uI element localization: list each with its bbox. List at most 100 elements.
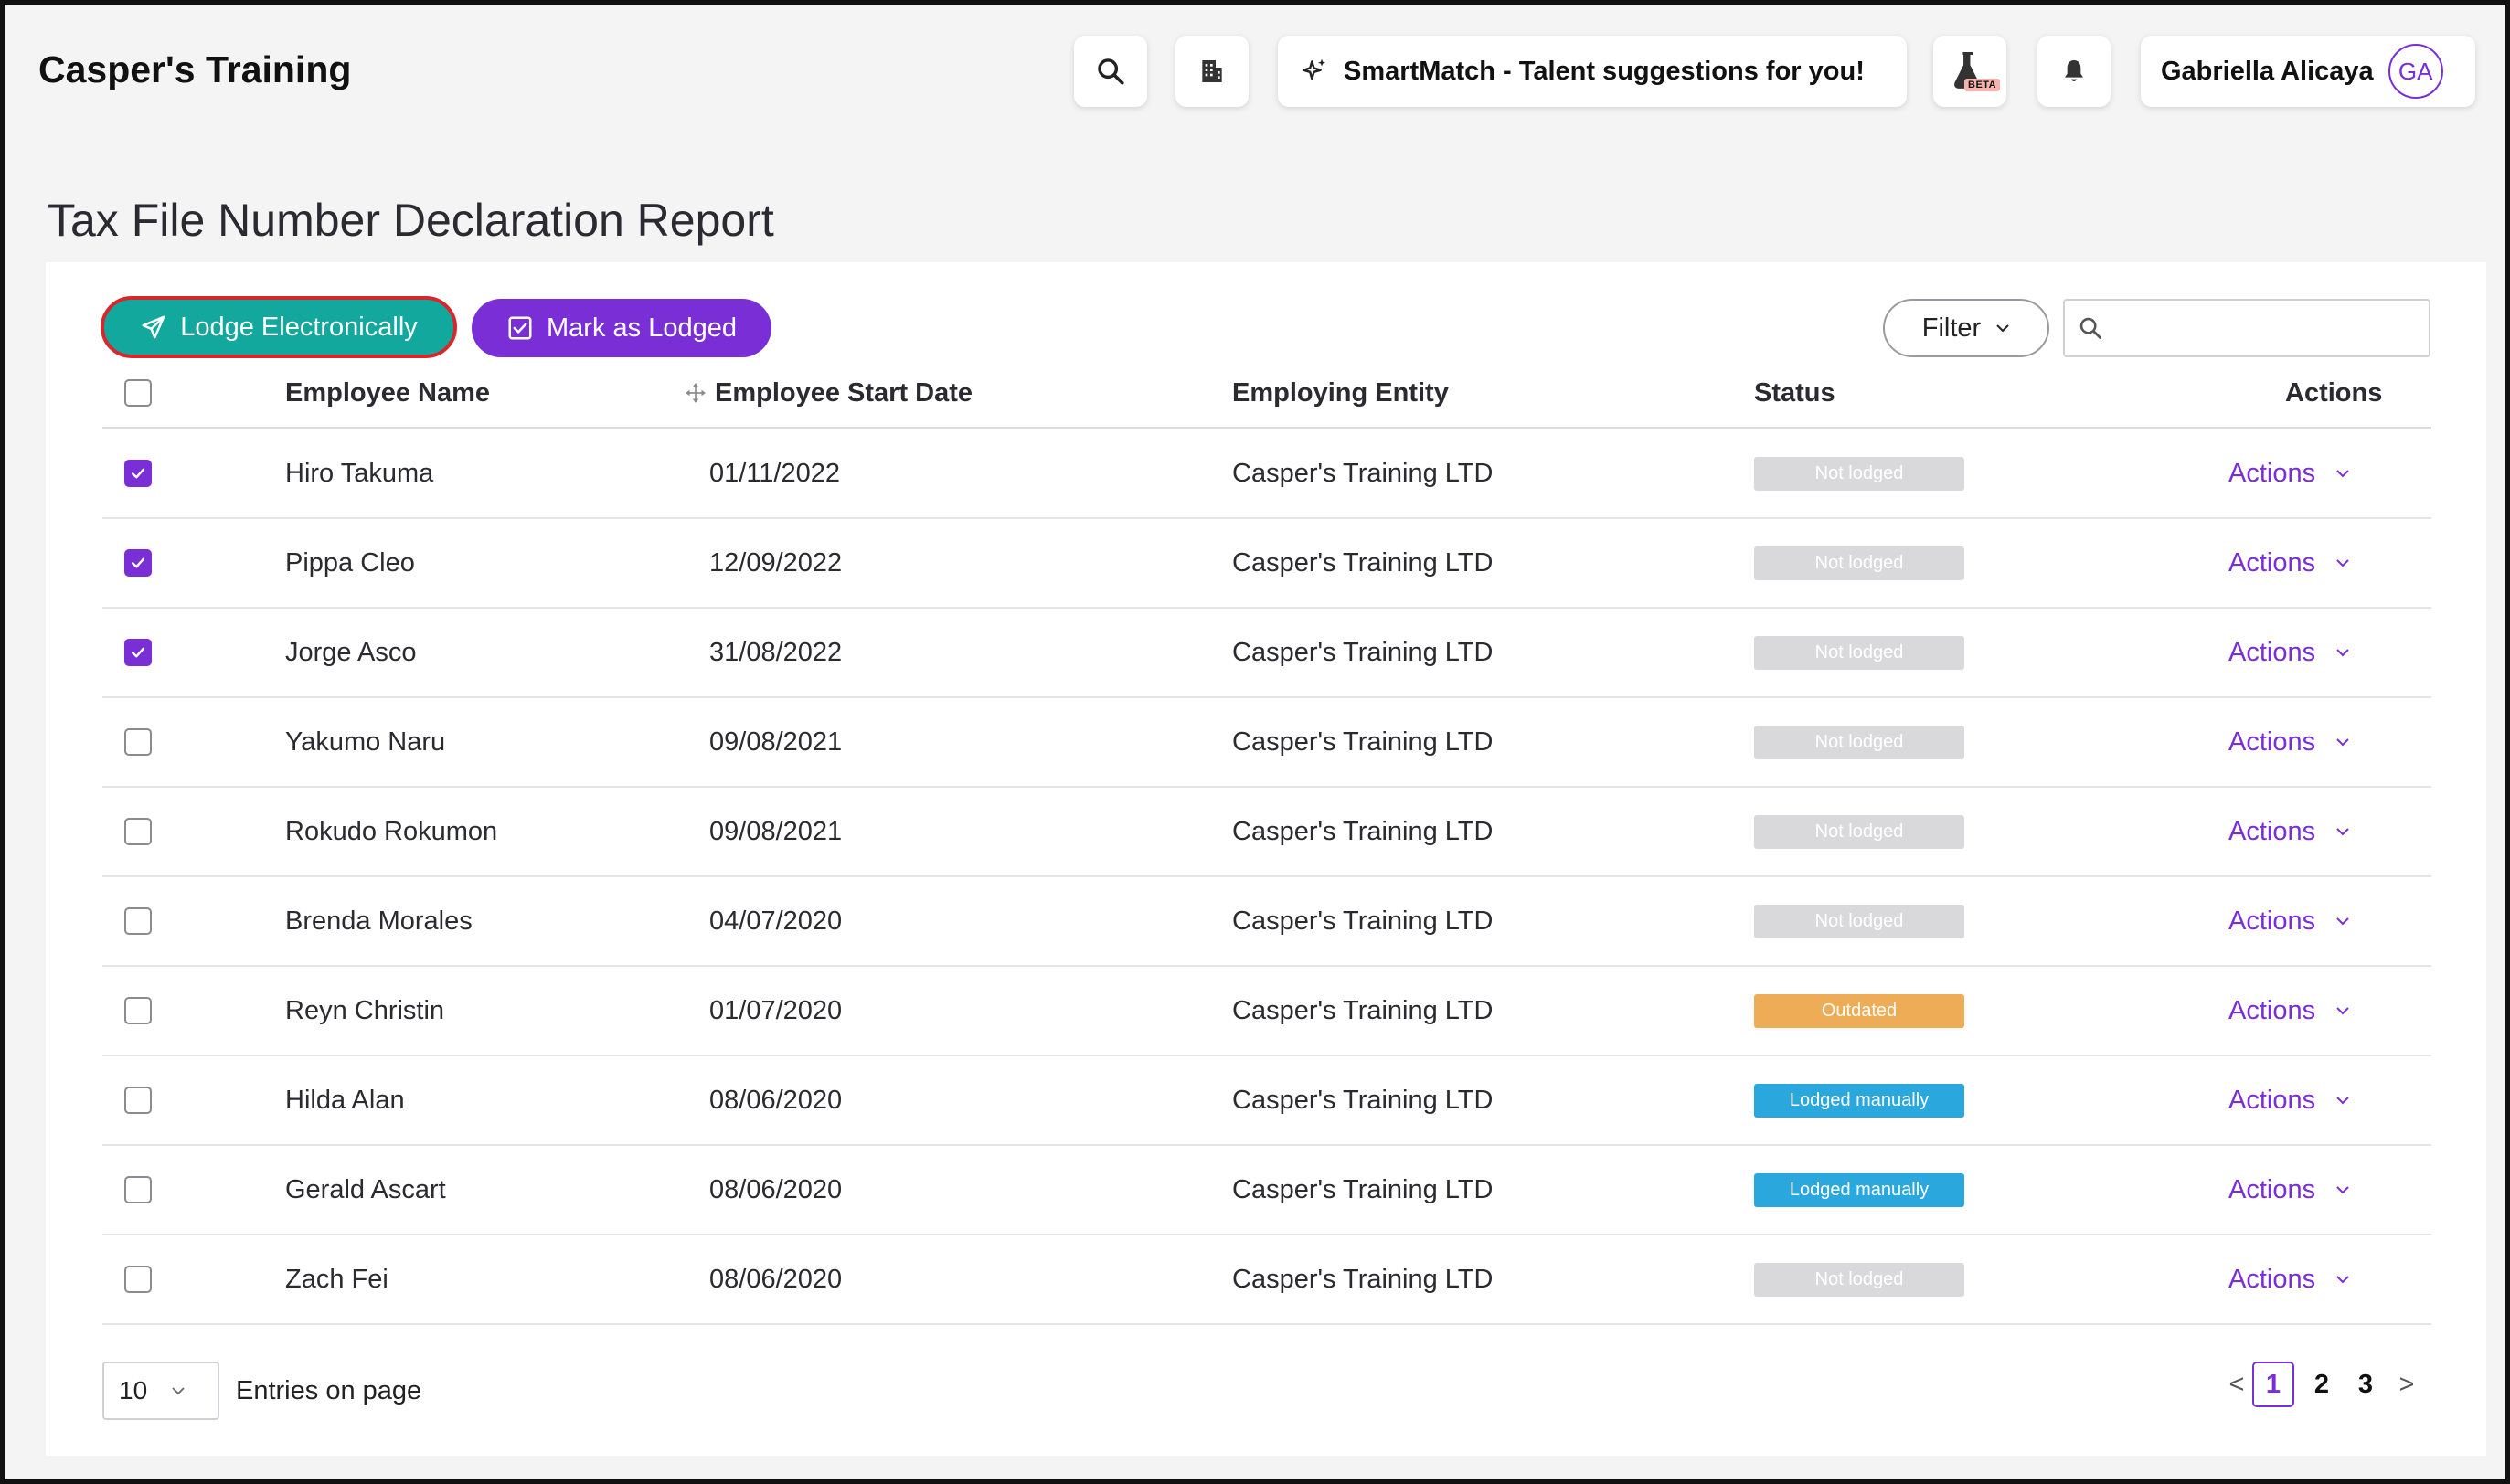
row-checkbox[interactable] [124, 728, 152, 756]
status-badge: Lodged manually [1754, 1083, 1964, 1118]
actions-label: Actions [2228, 547, 2316, 578]
entries-on-page-label: Entries on page [236, 1375, 422, 1405]
actions-dropdown[interactable]: Actions [2228, 1235, 2350, 1323]
row-checkbox[interactable] [124, 639, 152, 666]
actions-dropdown[interactable]: Actions [2228, 1146, 2350, 1234]
row-checkbox[interactable] [124, 818, 152, 845]
employee-name: Brenda Morales [285, 906, 473, 936]
employee-start-date: 01/11/2022 [709, 458, 840, 488]
status-badge: Outdated [1754, 993, 1964, 1028]
row-checkbox[interactable] [124, 1266, 152, 1293]
notifications-button[interactable] [2037, 36, 2111, 107]
pagination-page-2[interactable]: 2 [2305, 1359, 2338, 1410]
search-button[interactable] [1074, 36, 1147, 107]
actions-dropdown[interactable]: Actions [2228, 877, 2350, 965]
row-checkbox[interactable] [124, 549, 152, 577]
user-menu[interactable]: Gabriella Alicaya GA [2141, 36, 2475, 107]
building-icon [1202, 60, 1222, 82]
actions-dropdown[interactable]: Actions [2228, 519, 2350, 607]
row-checkbox[interactable] [124, 997, 152, 1024]
employee-name: Gerald Ascart [285, 1174, 446, 1204]
actions-dropdown[interactable]: Actions [2228, 429, 2350, 517]
bell-icon [2065, 60, 2083, 81]
table-row: Rokudo Rokumon 09/08/2021 Casper's Trainin… [102, 788, 2431, 877]
checkbox-icon [508, 316, 532, 340]
actions-dropdown[interactable]: Actions [2228, 788, 2350, 875]
employee-start-date: 09/08/2021 [709, 726, 843, 757]
actions-dropdown[interactable]: Actions [2228, 609, 2350, 696]
app-window: Casper's Training SmartMatch - Talent su… [0, 0, 2510, 1484]
employee-start-date: 09/08/2021 [709, 816, 843, 846]
column-header-start-date[interactable]: Employee Start Date [684, 359, 973, 427]
pagination-prev[interactable]: < [2221, 1359, 2252, 1410]
employing-entity: Casper's Training LTD [1232, 816, 1494, 846]
chevron-down-icon [1996, 324, 2009, 333]
pagination-page-1[interactable]: 1 [2252, 1362, 2294, 1407]
search-field[interactable] [2063, 299, 2430, 357]
table-row: Hilda Alan 08/06/2020 Casper's Training LT… [102, 1056, 2431, 1146]
row-checkbox[interactable] [124, 460, 152, 487]
employing-entity: Casper's Training LTD [1232, 726, 1494, 757]
send-icon [142, 315, 165, 339]
avatar: GA [2388, 44, 2443, 99]
employee-start-date: 01/07/2020 [709, 995, 843, 1025]
company-button[interactable] [1175, 36, 1249, 107]
user-name: Gabriella Alicaya [2161, 56, 2374, 86]
employee-name: Yakumo Naru [285, 726, 446, 757]
table-row: Hiro Takuma 01/11/2022 Casper's Training L… [102, 429, 2431, 519]
employee-start-date: 08/06/2020 [709, 1174, 843, 1204]
chevron-down-icon [2336, 559, 2349, 567]
table-row: Brenda Morales 04/07/2020 Casper's Trainin… [102, 877, 2431, 967]
employee-name: Zach Fei [285, 1264, 388, 1294]
actions-label: Actions [2228, 816, 2316, 846]
entries-per-page-value: 10 [119, 1376, 148, 1404]
employing-entity: Casper's Training LTD [1232, 906, 1494, 936]
status-badge: Not lodged [1754, 546, 1964, 580]
actions-dropdown[interactable]: Actions [2228, 698, 2350, 786]
start-date-header-label: Employee Start Date [715, 377, 973, 408]
table-body: Hiro Takuma 01/11/2022 Casper's Training L… [102, 429, 2431, 1325]
entries-per-page-select[interactable]: 10 [102, 1362, 219, 1420]
actions-label: Actions [2228, 995, 2316, 1025]
select-all-checkbox[interactable] [124, 379, 152, 407]
smartmatch-button[interactable]: SmartMatch - Talent suggestions for you! [1278, 36, 1907, 107]
mark-as-lodged-button[interactable]: Mark as Lodged [472, 299, 771, 357]
mark-as-lodged-label: Mark as Lodged [547, 313, 737, 343]
filter-label: Filter [1921, 313, 1982, 343]
employee-name: Pippa Cleo [285, 547, 415, 578]
report-card: Lodge Electronically Mark as Lodged Filt… [46, 262, 2486, 1456]
search-input[interactable] [2114, 313, 2410, 344]
beta-labs-button[interactable]: BETA [1933, 36, 2006, 107]
employee-start-date: 04/07/2020 [709, 906, 843, 936]
actions-label: Actions [2228, 1174, 2316, 1204]
table-row: Pippa Cleo 12/09/2022 Casper's Training LT… [102, 519, 2431, 609]
employee-name: Hiro Takuma [285, 458, 434, 488]
column-header-status: Status [1754, 377, 1835, 408]
employing-entity: Casper's Training LTD [1232, 547, 1494, 578]
lodge-electronically-button[interactable]: Lodge Electronically [101, 296, 457, 358]
actions-dropdown[interactable]: Actions [2228, 1056, 2350, 1144]
pagination-page-3[interactable]: 3 [2349, 1359, 2382, 1410]
actions-dropdown[interactable]: Actions [2228, 967, 2350, 1055]
check-icon [131, 557, 145, 568]
column-header-employee-name[interactable]: Employee Name [285, 359, 490, 427]
row-checkbox[interactable] [124, 907, 152, 935]
filter-button[interactable]: Filter [1883, 299, 2049, 357]
status-badge: Not lodged [1754, 456, 1964, 491]
column-header-actions: Actions [2285, 377, 2383, 408]
beta-badge: BETA [1964, 79, 2001, 91]
table-header: Employee Name Employee Start Date Employ… [102, 359, 2431, 429]
search-icon [1098, 58, 1124, 85]
row-checkbox[interactable] [124, 1086, 152, 1114]
employee-name: Jorge Asco [285, 637, 417, 667]
row-checkbox[interactable] [124, 1176, 152, 1203]
search-icon [2079, 317, 2101, 339]
employing-entity: Casper's Training LTD [1232, 458, 1494, 488]
chevron-down-icon [2336, 1007, 2349, 1015]
sparkle-icon [1302, 58, 1325, 80]
actions-label: Actions [2228, 1264, 2316, 1294]
pagination-next[interactable]: > [2391, 1359, 2422, 1410]
employing-entity: Casper's Training LTD [1232, 637, 1494, 667]
employee-name: Rokudo Rokumon [285, 816, 498, 846]
table-row: Gerald Ascart 08/06/2020 Casper's Training… [102, 1146, 2431, 1235]
